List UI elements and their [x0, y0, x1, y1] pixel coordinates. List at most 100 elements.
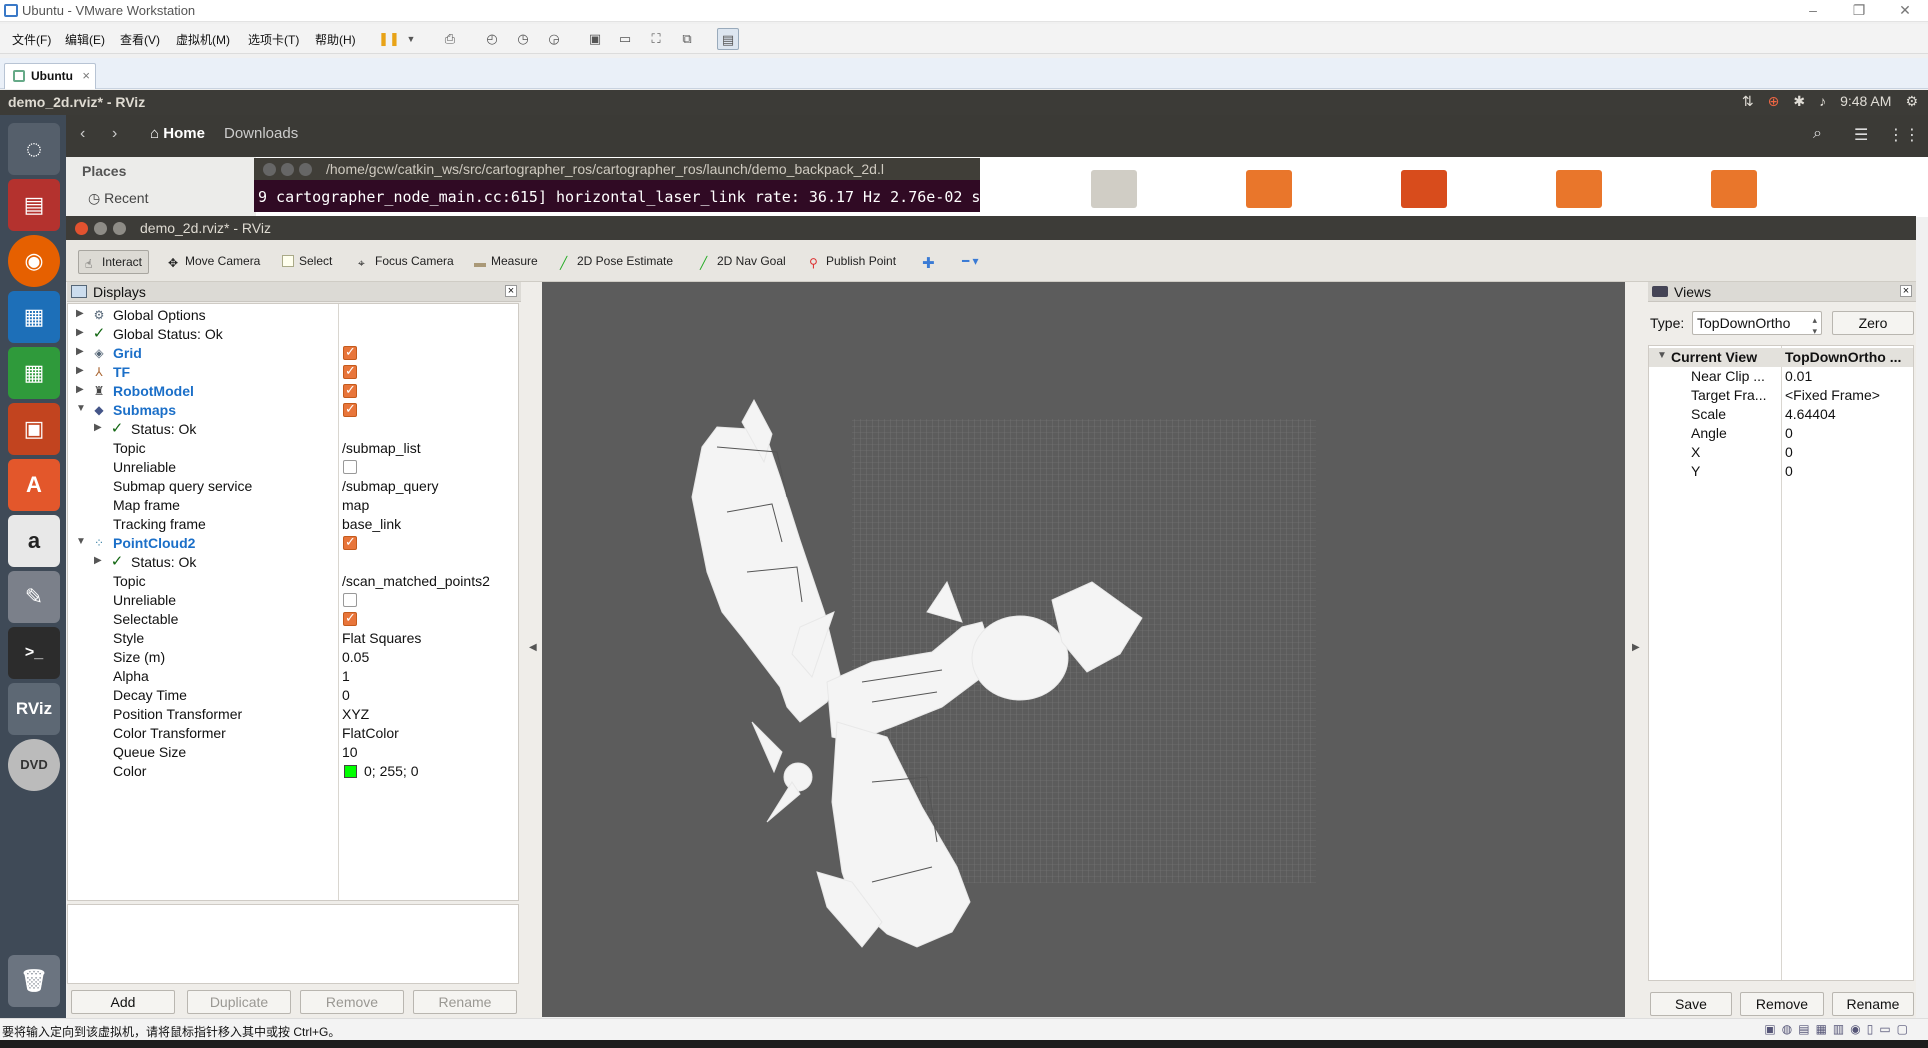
folder-icon[interactable] [1246, 170, 1292, 208]
current-view-row[interactable]: ▼ Current View TopDownOrtho ... [1649, 348, 1913, 367]
enabled-checkbox[interactable] [343, 344, 357, 360]
menu-edit[interactable]: 编辑(E) [65, 31, 105, 48]
property-row[interactable]: Topic /scan_matched_points2 [68, 572, 518, 591]
view-property-row[interactable]: Y 0 [1649, 462, 1913, 481]
system-settings-icon[interactable]: ✎ [8, 571, 60, 623]
remove-display-button[interactable]: Remove [300, 990, 404, 1014]
files-icon[interactable]: ▤ [8, 179, 60, 231]
dash-icon[interactable]: ◌ [8, 123, 60, 175]
unreliable-checkbox[interactable] [343, 593, 357, 607]
impress-icon[interactable]: ▣ [8, 403, 60, 455]
expand-icon[interactable]: ▶ [76, 384, 84, 395]
device-icons[interactable]: ▣◍▤▦▥◉▯▭▢ [1764, 1022, 1914, 1036]
tree-row[interactable]: ▶ ♜ RobotModel [68, 382, 518, 401]
rviz-close-icon[interactable] [75, 222, 88, 235]
dropdown-icon[interactable]: ▼ [400, 28, 422, 50]
unity-icon[interactable]: ⧉ [676, 28, 698, 50]
terminal-window[interactable]: /home/gcw/catkin_ws/src/cartographer_ros… [254, 158, 980, 212]
tree-row[interactable]: ▶ ⅄ TF [68, 363, 518, 382]
view-property-value[interactable]: 0.01 [1785, 368, 1911, 384]
right-splitter[interactable]: ▶ [1625, 282, 1648, 1018]
nav-goal-tool[interactable]: ╱ 2D Nav Goal [694, 250, 792, 274]
clock[interactable]: 9:48 AM [1840, 93, 1891, 110]
collapse-icon[interactable]: ▼ [76, 403, 86, 414]
sound-icon[interactable]: ♪ [1819, 93, 1826, 110]
measure-tool[interactable]: Measure [468, 250, 544, 274]
color-swatch[interactable] [344, 765, 357, 778]
downloads-crumb[interactable]: Downloads [224, 125, 298, 142]
tree-row[interactable]: ▼ ◆ Submaps [68, 401, 518, 420]
close-icon[interactable]: ✕ [1882, 0, 1928, 22]
menu-vm[interactable]: 虚拟机(M) [176, 31, 230, 48]
property-row[interactable]: Color Transformer FlatColor [68, 724, 518, 743]
view-property-row[interactable]: Angle 0 [1649, 424, 1913, 443]
terminal-icon[interactable]: >_ [8, 627, 60, 679]
enabled-checkbox[interactable] [343, 534, 357, 550]
search-icon[interactable]: ⌕ [1813, 125, 1822, 143]
property-row[interactable]: Size (m) 0.05 [68, 648, 518, 667]
add-tool-icon[interactable]: ✚ [916, 250, 941, 274]
collapse-icon[interactable]: ▼ [76, 536, 86, 547]
property-row[interactable]: Color 0; 255; 0 [68, 762, 518, 781]
list-view-icon[interactable]: ☰ [1854, 125, 1868, 145]
tree-row[interactable]: ▶ ⚙ Global Options [68, 306, 518, 325]
rviz-minimize-icon[interactable] [94, 222, 107, 235]
property-value[interactable]: /scan_matched_points2 [342, 573, 490, 589]
menu-view[interactable]: 查看(V) [120, 31, 160, 48]
library-icon[interactable]: ▣ [584, 28, 606, 50]
panel-close-icon[interactable]: × [1900, 285, 1912, 297]
unreliable-checkbox[interactable] [343, 460, 357, 474]
select-tool[interactable]: Select [276, 250, 338, 274]
home-crumb[interactable]: ⌂ Home [150, 125, 205, 142]
zero-button[interactable]: Zero [1832, 311, 1914, 335]
view-property-value[interactable]: 0 [1785, 425, 1911, 441]
settings-gear-icon[interactable]: ⚙ [1905, 93, 1918, 110]
view-property-row[interactable]: Target Fra... <Fixed Frame> [1649, 386, 1913, 405]
tab-close-icon[interactable]: × [82, 68, 90, 83]
property-row[interactable]: Submap query service /submap_query [68, 477, 518, 496]
revert-snapshot-icon[interactable]: ◷ [512, 28, 534, 50]
duplicate-display-button[interactable]: Duplicate [187, 990, 291, 1014]
remove-view-button[interactable]: Remove [1740, 992, 1824, 1016]
expand-icon[interactable]: ▶ [94, 422, 102, 433]
view-property-row[interactable]: Scale 4.64404 [1649, 405, 1913, 424]
trash-icon[interactable]: 🗑 [8, 955, 60, 1007]
snapshot-manager-icon[interactable]: ◶ [543, 28, 565, 50]
interact-tool[interactable]: ☝ Interact [78, 250, 150, 274]
grid-view-icon[interactable]: ⋮⋮ [1888, 125, 1920, 145]
property-value[interactable]: map [342, 497, 369, 513]
collapse-right-icon[interactable]: ▶ [1632, 642, 1640, 653]
send-keys-icon[interactable]: ⎙ [439, 28, 461, 50]
property-row[interactable]: Map frame map [68, 496, 518, 515]
property-row[interactable]: Queue Size 10 [68, 743, 518, 762]
view-property-row[interactable]: X 0 [1649, 443, 1913, 462]
terminal-minimize-icon[interactable] [281, 163, 294, 176]
property-row[interactable]: Unreliable [68, 591, 518, 610]
dvd-icon[interactable]: DVD [8, 739, 60, 791]
restore-icon[interactable]: ❐ [1836, 0, 1882, 22]
property-row[interactable]: Topic /submap_list [68, 439, 518, 458]
menu-file[interactable]: 文件(F) [12, 31, 51, 48]
property-row[interactable]: Position Transformer XYZ [68, 705, 518, 724]
amazon-icon[interactable]: a [8, 515, 60, 567]
property-row[interactable]: Selectable [68, 610, 518, 629]
render-viewport[interactable] [542, 282, 1625, 1017]
expand-icon[interactable]: ▶ [76, 327, 84, 338]
property-value[interactable]: 0.05 [342, 649, 369, 665]
network-icon[interactable]: ⇅ [1742, 93, 1754, 110]
color-value[interactable]: 0; 255; 0 [364, 763, 419, 779]
menu-help[interactable]: 帮助(H) [315, 31, 356, 48]
view-property-value[interactable]: <Fixed Frame> [1785, 387, 1911, 403]
property-value[interactable]: /submap_list [342, 440, 421, 456]
enabled-checkbox[interactable] [343, 401, 357, 417]
input-method-icon[interactable]: ⊕ [1768, 93, 1780, 110]
property-value[interactable]: 0 [342, 687, 350, 703]
property-value[interactable]: XYZ [342, 706, 369, 722]
add-display-button[interactable]: Add [71, 990, 175, 1014]
expand-icon[interactable]: ▶ [76, 365, 84, 376]
tree-row[interactable]: ▼ ⁘ PointCloud2 [68, 534, 518, 553]
terminal-close-icon[interactable] [263, 163, 276, 176]
property-value[interactable]: 1 [342, 668, 350, 684]
property-value[interactable]: FlatColor [342, 725, 399, 741]
collapse-left-icon[interactable]: ◀ [529, 642, 537, 653]
